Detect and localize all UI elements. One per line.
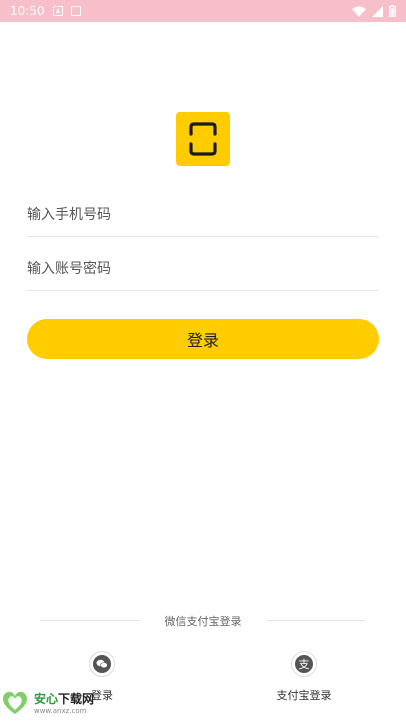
password-input[interactable] bbox=[27, 247, 379, 290]
wechat-bubbles-icon bbox=[96, 659, 108, 669]
a-notification-icon bbox=[52, 6, 63, 16]
wifi-icon bbox=[352, 6, 366, 17]
watermark-title-suffix: 下载网 bbox=[58, 691, 95, 706]
scan-frame-icon bbox=[189, 122, 217, 156]
status-time: 10:50 bbox=[10, 4, 45, 18]
phone-input[interactable] bbox=[27, 193, 379, 236]
heart-logo-icon bbox=[3, 691, 27, 714]
login-button[interactable]: 登录 bbox=[27, 319, 379, 359]
alipay-glyph: 支 bbox=[295, 655, 313, 673]
signal-icon bbox=[372, 5, 383, 17]
app-logo bbox=[176, 112, 230, 166]
watermark: 安心下载网 www.anxz.com bbox=[0, 685, 110, 719]
battery-icon bbox=[389, 5, 396, 17]
status-right bbox=[352, 5, 396, 17]
login-button-label: 登录 bbox=[186, 331, 219, 350]
alipay-login[interactable]: 支 支付宝登录 bbox=[264, 651, 344, 703]
sim-card-icon bbox=[70, 6, 81, 16]
watermark-url: www.anxz.com bbox=[34, 706, 87, 715]
divider-left bbox=[40, 620, 140, 621]
third-party-divider-text: 微信支付宝登录 bbox=[164, 615, 242, 628]
wechat-icon[interactable] bbox=[89, 651, 115, 677]
status-left: 10:50 bbox=[10, 4, 81, 18]
watermark-title: 安心下载网 bbox=[34, 690, 94, 707]
phone-field bbox=[27, 193, 379, 237]
divider-right bbox=[266, 620, 366, 621]
status-bar: 10:50 bbox=[0, 0, 406, 22]
watermark-text: 安心下载网 www.anxz.com bbox=[34, 690, 94, 715]
watermark-title-prefix: 安心 bbox=[34, 691, 59, 706]
alipay-login-label: 支付宝登录 bbox=[276, 689, 332, 702]
password-field bbox=[27, 247, 379, 291]
alipay-icon[interactable]: 支 bbox=[291, 651, 317, 677]
